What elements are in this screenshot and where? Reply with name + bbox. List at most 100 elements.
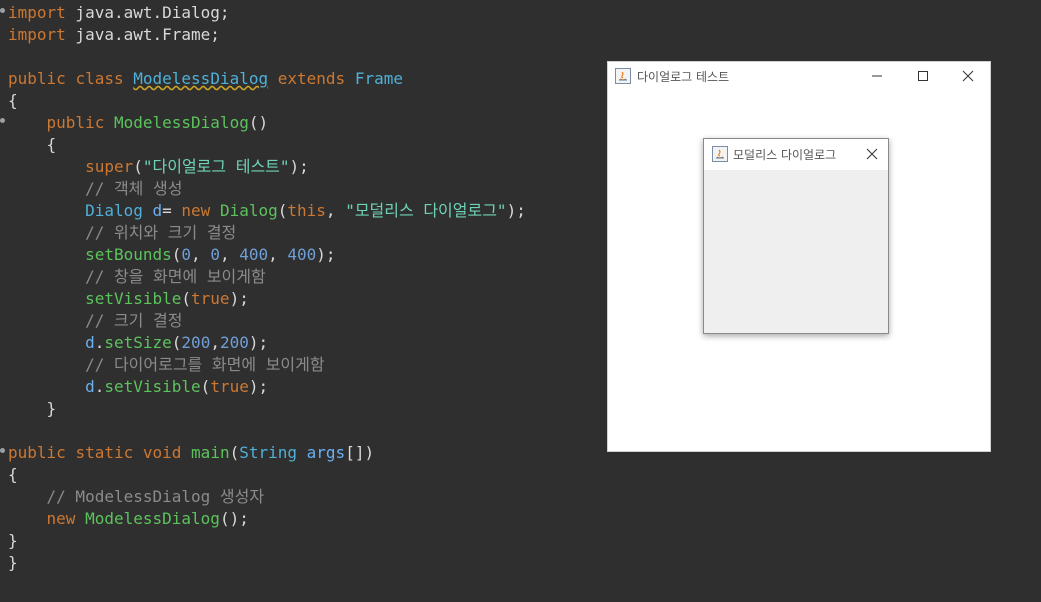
code-token: main bbox=[191, 443, 230, 462]
code-token: d bbox=[85, 377, 95, 396]
code-token: import bbox=[8, 25, 66, 44]
code-token: { bbox=[8, 91, 18, 110]
code-line[interactable]: } bbox=[8, 552, 18, 574]
code-token: () bbox=[248, 113, 269, 132]
fold-marker[interactable] bbox=[0, 118, 5, 123]
code-line[interactable]: // 창을 화면에 보이게함 bbox=[8, 266, 266, 288]
code-line[interactable]: setVisible(true); bbox=[8, 288, 249, 310]
code-token: . bbox=[94, 377, 105, 396]
close-button[interactable] bbox=[945, 62, 991, 90]
maximize-icon bbox=[918, 71, 928, 81]
code-line[interactable]: d.setSize(200,200); bbox=[8, 332, 268, 354]
code-token: ( bbox=[229, 443, 240, 462]
minimize-button[interactable] bbox=[854, 62, 900, 90]
code-line[interactable]: } bbox=[8, 530, 18, 552]
code-token: static bbox=[75, 443, 134, 462]
code-line[interactable]: public class ModelessDialog extends Fram… bbox=[8, 68, 403, 90]
code-token: . bbox=[94, 333, 105, 352]
code-token: // 창을 화면에 보이게함 bbox=[8, 267, 266, 286]
code-token: , bbox=[210, 333, 220, 352]
code-token: public bbox=[8, 443, 66, 462]
code-line[interactable]: setBounds(0, 0, 400, 400); bbox=[8, 244, 336, 266]
code-token: Frame bbox=[354, 69, 403, 88]
dialog-window[interactable]: 모덜리스 다이얼로그 bbox=[703, 138, 889, 334]
dialog-title-bar[interactable]: 모덜리스 다이얼로그 bbox=[704, 139, 888, 170]
code-token: ( bbox=[200, 377, 211, 396]
code-token: ( bbox=[181, 289, 192, 308]
code-token: void bbox=[142, 443, 182, 462]
code-token: setBounds bbox=[85, 245, 172, 264]
code-token: { bbox=[8, 465, 18, 484]
code-line[interactable]: // 크기 결정 bbox=[8, 310, 182, 332]
code-token: d bbox=[152, 201, 163, 220]
code-line[interactable]: d.setVisible(true); bbox=[8, 376, 268, 398]
fold-marker[interactable] bbox=[0, 8, 5, 13]
code-line[interactable]: super("다이얼로그 테스트"); bbox=[8, 156, 309, 178]
code-token: { bbox=[8, 135, 57, 154]
code-line[interactable]: } bbox=[8, 398, 57, 420]
code-token: } bbox=[8, 531, 18, 550]
code-token: 200 bbox=[219, 333, 249, 352]
code-line[interactable]: import java.awt.Dialog; bbox=[8, 2, 230, 24]
code-line[interactable]: public ModelessDialog() bbox=[8, 112, 269, 134]
code-line[interactable]: import java.awt.Frame; bbox=[8, 24, 220, 46]
code-token: java.awt.Frame; bbox=[65, 25, 220, 44]
code-line[interactable]: public static void main(String args[]) bbox=[8, 442, 374, 464]
dialog-close-button[interactable] bbox=[854, 139, 890, 170]
code-token: // 객체 생성 bbox=[8, 179, 183, 198]
frame-title-bar[interactable]: 다이얼로그 테스트 bbox=[608, 62, 990, 90]
code-token: 0 bbox=[210, 245, 220, 264]
code-line[interactable]: Dialog d= new Dialog(this, "모덜리스 다이얼로그")… bbox=[8, 200, 526, 222]
code-token: Dialog bbox=[85, 201, 143, 220]
frame-title: 다이얼로그 테스트 bbox=[637, 70, 730, 84]
code-token: "모덜리스 다이얼로그" bbox=[345, 201, 507, 220]
code-line[interactable]: { bbox=[8, 464, 18, 486]
code-token: String bbox=[239, 443, 298, 462]
code-token: } bbox=[8, 553, 18, 572]
code-token: new bbox=[181, 201, 211, 220]
code-line[interactable]: // ModelessDialog 생성자 bbox=[8, 486, 265, 508]
code-line[interactable]: { bbox=[8, 90, 18, 112]
maximize-button[interactable] bbox=[900, 62, 946, 90]
code-token: true bbox=[210, 377, 249, 396]
code-token: ModelessDialog bbox=[113, 113, 249, 132]
code-line[interactable]: // 다이어로그를 화면에 보이게함 bbox=[8, 354, 325, 376]
code-token: 400 bbox=[239, 245, 269, 264]
code-token: ); bbox=[289, 157, 309, 176]
code-token: ); bbox=[506, 201, 526, 220]
code-token: , bbox=[268, 245, 288, 264]
code-line[interactable]: // 위치와 크기 결정 bbox=[8, 222, 236, 244]
code-token: Dialog bbox=[219, 201, 278, 220]
code-line[interactable]: new ModelessDialog(); bbox=[8, 508, 249, 530]
code-token: = bbox=[162, 201, 182, 220]
code-token: } bbox=[8, 399, 57, 418]
code-token: this bbox=[287, 201, 326, 220]
code-token: class bbox=[75, 69, 124, 88]
code-token: ( bbox=[171, 245, 182, 264]
code-token: ); bbox=[248, 333, 269, 352]
close-icon bbox=[866, 148, 878, 160]
code-token: // 크기 결정 bbox=[8, 311, 183, 330]
code-line[interactable]: // 객체 생성 bbox=[8, 178, 182, 200]
java-icon bbox=[712, 146, 728, 162]
code-token: args bbox=[306, 443, 346, 462]
code-token: , bbox=[191, 245, 211, 264]
code-token: 0 bbox=[181, 245, 192, 264]
code-line[interactable]: { bbox=[8, 134, 57, 156]
code-token: ); bbox=[248, 377, 269, 396]
fold-marker[interactable] bbox=[0, 448, 5, 453]
code-token: 400 bbox=[287, 245, 317, 264]
code-token: d bbox=[85, 333, 95, 352]
dialog-title: 모덜리스 다이얼로그 bbox=[733, 148, 837, 162]
